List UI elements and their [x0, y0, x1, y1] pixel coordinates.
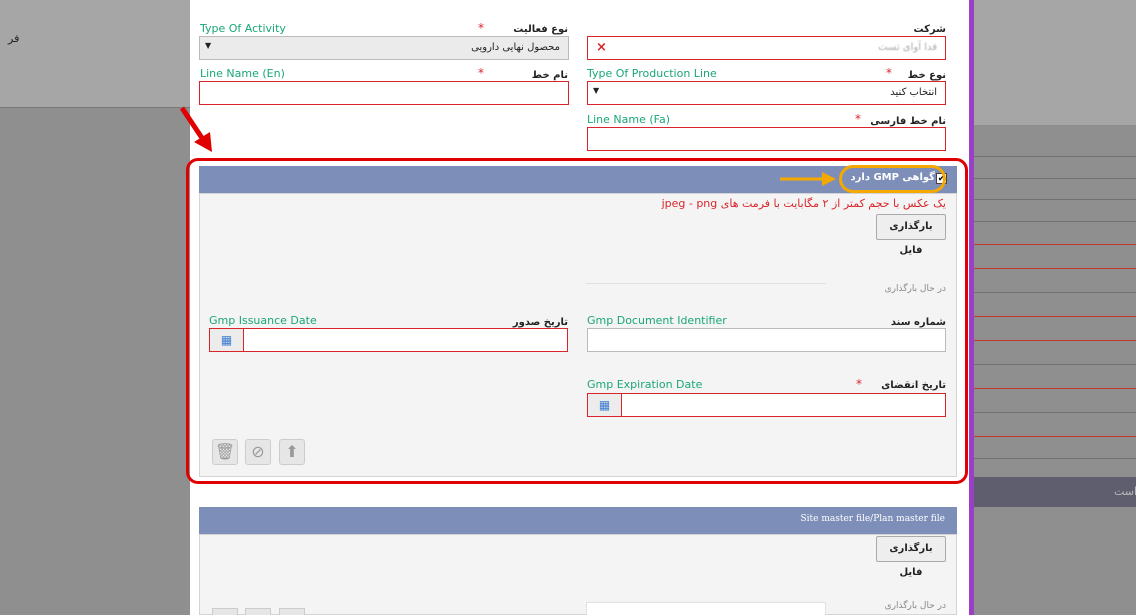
red-arrow-icon: [179, 106, 212, 152]
line-name-en-label: Line Name (En): [200, 67, 285, 80]
site-master-panel-header: Site master file/Plan master file: [199, 507, 957, 534]
site-master-uploading-label: در حال بارگذاری: [884, 601, 946, 611]
required-marker: *: [478, 21, 484, 35]
ban-icon[interactable]: [245, 608, 271, 615]
background-left-header: [0, 0, 190, 108]
background-row-divider: [974, 458, 1136, 459]
required-marker: *: [886, 66, 892, 80]
dropdown-arrow-icon: ▼: [593, 86, 600, 95]
background-row-divider: [974, 388, 1136, 389]
required-marker: *: [478, 66, 484, 80]
background-row-divider: [974, 292, 1136, 293]
line-name-fa-label: Line Name (Fa): [587, 113, 671, 126]
background-left-label: فر: [8, 32, 20, 45]
site-master-progress-bar: [586, 602, 826, 615]
required-marker: *: [855, 112, 861, 126]
site-master-panel-body: [199, 534, 957, 615]
activity-label-fa: نوع فعالیت: [513, 24, 568, 35]
background-right-label: است: [974, 477, 1136, 507]
background-row-divider: [974, 316, 1136, 317]
company-label-fa: شرکت: [913, 24, 946, 35]
background-row-divider: [974, 436, 1136, 437]
background-row-divider: [974, 412, 1136, 413]
dropdown-arrow-icon: ▼: [205, 41, 212, 50]
company-select-value: فدا آوای تست: [878, 42, 937, 53]
production-line-select-value: انتخاب کنید: [890, 87, 937, 98]
activity-label-en: Type Of Activity: [200, 22, 286, 35]
activity-select-value: محصول نهایی دارویی: [471, 42, 560, 53]
production-line-label: Type Of Production Line: [587, 67, 717, 80]
site-master-upload-button[interactable]: بارگذاری فایل: [876, 536, 946, 578]
line-name-fa-label-fa: نام خط فارسی: [870, 116, 946, 127]
upload-icon[interactable]: [279, 608, 305, 615]
background-row-divider: [974, 268, 1136, 269]
background-row-divider: [974, 340, 1136, 341]
background-row-divider: [974, 221, 1136, 222]
company-select[interactable]: × فدا آوای تست: [587, 36, 946, 60]
background-row-divider: [974, 156, 1136, 157]
line-name-en-input[interactable]: [199, 81, 569, 105]
background-row-divider: [974, 364, 1136, 365]
trash-icon[interactable]: [212, 608, 238, 615]
activity-select[interactable]: ▼ محصول نهایی دارویی: [199, 36, 569, 60]
production-line-select[interactable]: ▼ انتخاب کنید: [587, 81, 946, 105]
highlight-outline: [186, 158, 968, 484]
production-line-label-fa: نوع خط: [907, 70, 946, 81]
background-right-header: [974, 0, 1136, 125]
background-row-divider: [974, 199, 1136, 200]
site-master-title: Site master file/Plan master file: [800, 514, 945, 524]
line-name-fa-input[interactable]: [587, 127, 946, 151]
background-row-divider: [974, 178, 1136, 179]
modal-border: [969, 0, 974, 615]
close-icon[interactable]: ×: [596, 40, 607, 55]
background-row-divider: [974, 244, 1136, 245]
